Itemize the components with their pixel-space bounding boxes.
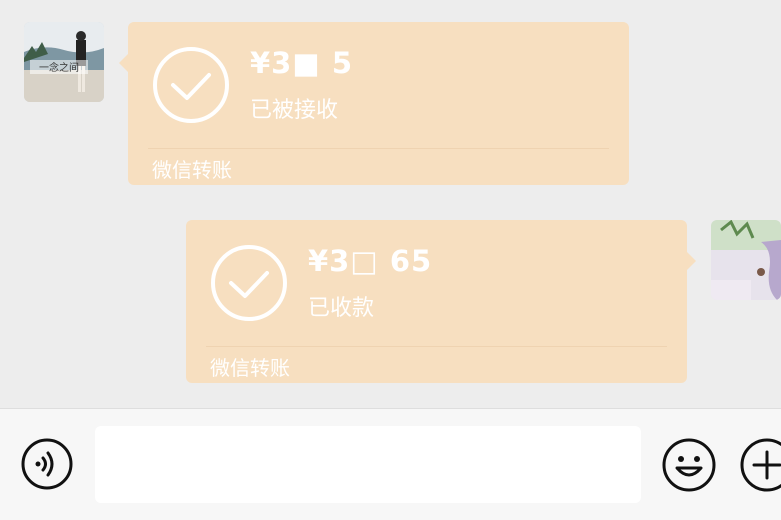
contact-avatar[interactable]: 一念之间 — [24, 22, 104, 102]
transfer-message-sent[interactable]: ¥3​□ ​65 已收款 微信转账 — [186, 220, 696, 383]
transfer-status: 已收款 — [308, 296, 375, 321]
transfer-amount: ¥3​□ ​65 — [308, 244, 433, 278]
transfer-footer-label: 微信转账 — [152, 158, 232, 182]
plus-icon — [740, 438, 781, 492]
check-circle-icon — [153, 47, 229, 123]
input-bar — [0, 408, 781, 520]
transfer-message-received[interactable]: ¥3​■ ​5 已被接收 微信转账 — [119, 22, 629, 185]
avatar-photo: 一念之间 — [24, 22, 104, 102]
bubble-divider — [148, 148, 609, 149]
emoji-button[interactable] — [662, 438, 716, 492]
voice-icon — [21, 438, 73, 490]
transfer-status: 已被接收 — [250, 98, 339, 123]
avatar-photo — [711, 220, 781, 300]
self-avatar[interactable] — [711, 220, 781, 300]
chat-area: 一念之间 ¥3​■ ​5 已被接收 微信转账 ¥3​□ ​65 已收款 微信转账 — [0, 0, 781, 408]
message-input[interactable] — [95, 426, 641, 503]
avatar-watermark: 一念之间 — [39, 61, 79, 74]
emoji-icon — [662, 438, 716, 492]
more-options-button[interactable] — [740, 438, 781, 492]
bubble-divider — [206, 346, 667, 347]
transfer-footer-label: 微信转账 — [210, 356, 290, 380]
voice-input-button[interactable] — [21, 438, 73, 490]
check-circle-icon — [211, 245, 287, 321]
transfer-amount: ¥3​■ ​5 — [250, 46, 354, 80]
